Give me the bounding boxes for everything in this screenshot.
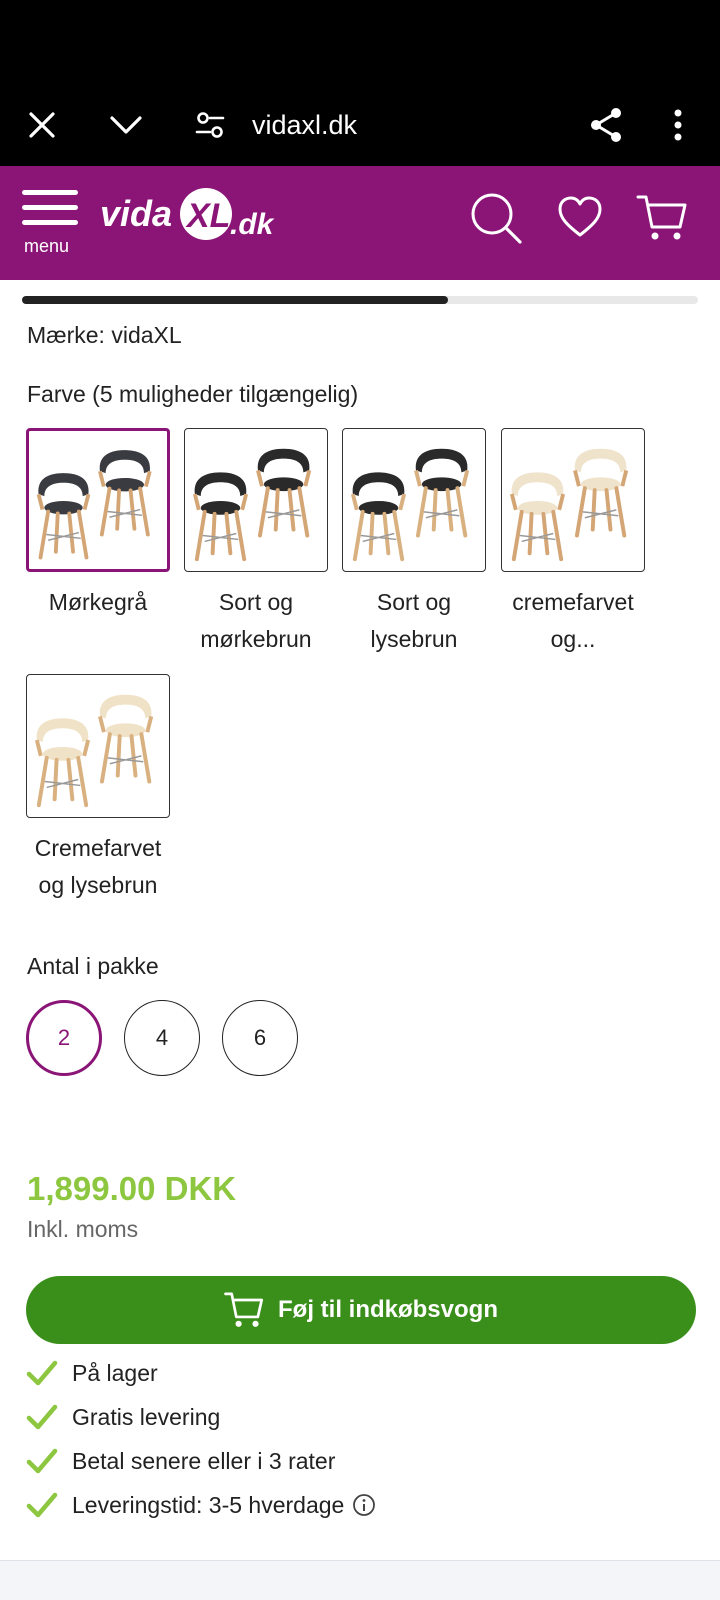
browser-toolbar: vidaxl.dk [0, 84, 720, 166]
color-swatch[interactable]: Cremefarvet og lysebrun [26, 674, 170, 904]
usp-item: Betal senere eller i 3 rater [26, 1445, 335, 1477]
usp-label: På lager [72, 1359, 158, 1386]
chevron-down-icon[interactable] [104, 84, 148, 166]
site-header: menu vida XL .dk [0, 166, 720, 280]
color-swatch-label: Cremefarvet og lysebrun [26, 830, 170, 904]
status-bar [0, 0, 720, 84]
qty-option-6[interactable]: 6 [222, 1000, 298, 1076]
color-swatch-label-line: Sort og [218, 589, 294, 615]
color-swatch-image [26, 428, 170, 572]
color-swatch-label: Sort og mørkebrun [184, 584, 328, 658]
usp-label: Betal senere eller i 3 rater [72, 1447, 336, 1474]
hamburger-icon[interactable] [22, 188, 78, 228]
color-swatch-image [26, 674, 170, 818]
site-settings-icon[interactable] [190, 84, 230, 166]
usp-label: Gratis levering [72, 1403, 221, 1430]
share-icon[interactable] [584, 84, 628, 166]
address-bar-url[interactable]: vidaxl.dk [252, 84, 357, 166]
color-swatch-label-line: og... [550, 626, 596, 652]
image-gallery-progress-fill [22, 296, 448, 304]
color-swatch-label-line: Cremefarvet [34, 835, 162, 861]
usp-item: Gratis levering [26, 1401, 220, 1433]
color-swatch-label: Mørkegrå [26, 584, 170, 621]
color-swatch[interactable]: cremefarvet og... [501, 428, 645, 658]
svg-text:vida: vida [100, 193, 172, 234]
svg-text:XL: XL [185, 197, 230, 235]
usp-item: Leveringstid: 3-5 hverdage [26, 1489, 376, 1521]
check-icon [26, 1448, 58, 1474]
color-swatch-label-line: lysebrun [370, 626, 458, 652]
usp-item: På lager [26, 1357, 158, 1389]
add-to-cart-button[interactable]: Føj til indkøbsvogn [26, 1276, 696, 1344]
image-gallery-progress [22, 296, 698, 304]
color-swatch[interactable]: Mørkegrå [26, 428, 170, 621]
heart-icon[interactable] [555, 192, 605, 242]
check-icon [26, 1404, 58, 1430]
check-icon [26, 1492, 58, 1518]
qty-option-4[interactable]: 4 [124, 1000, 200, 1076]
color-swatch-label-line: Mørkegrå [48, 589, 148, 615]
close-icon[interactable] [20, 84, 64, 166]
menu-label[interactable]: menu [24, 236, 69, 257]
qty-option-2[interactable]: 2 [26, 1000, 102, 1076]
color-swatch-label: cremefarvet og... [501, 584, 645, 658]
color-swatch-label-line: Sort og [376, 589, 452, 615]
color-swatch[interactable]: Sort og lysebrun [342, 428, 486, 658]
info-icon[interactable] [352, 1493, 376, 1517]
add-to-cart-label: Føj til indkøbsvogn [278, 1296, 498, 1323]
vat-note: Inkl. moms [27, 1216, 139, 1242]
product-price: 1,899.00 DKK [27, 1170, 237, 1207]
color-swatch-image [501, 428, 645, 572]
color-swatch-label: Sort og lysebrun [342, 584, 486, 658]
color-swatch-label-line: cremefarvet [512, 589, 634, 615]
color-swatch-image [184, 428, 328, 572]
bottom-section-edge [0, 1560, 720, 1600]
cart-icon[interactable] [634, 190, 690, 246]
color-heading: Farve (5 muligheder tilgængelig) [27, 381, 359, 407]
color-swatch-label-line: og lysebrun [38, 872, 158, 898]
usp-label: Leveringstid: 3-5 hverdage [72, 1491, 345, 1518]
color-swatch-image [342, 428, 486, 572]
cart-icon [224, 1292, 264, 1327]
qty-heading: Antal i pakke [27, 953, 159, 979]
more-vert-icon[interactable] [664, 84, 692, 166]
vidaxl-logo[interactable]: vida XL .dk [100, 182, 280, 252]
color-swatch[interactable]: Sort og mørkebrun [184, 428, 328, 658]
search-icon[interactable] [468, 190, 524, 246]
svg-text:.dk: .dk [230, 208, 275, 241]
color-swatch-label-line: mørkebrun [200, 626, 312, 652]
brand-line: Mærke: vidaXL [27, 322, 182, 348]
check-icon [26, 1360, 58, 1386]
